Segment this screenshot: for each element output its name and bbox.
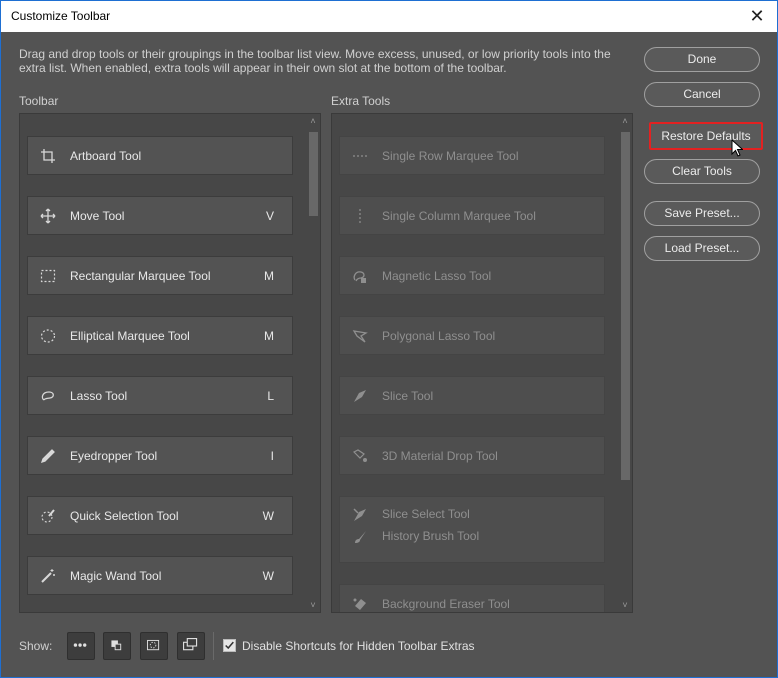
- screen-mode-icon: [183, 638, 198, 651]
- instructions-text: Drag and drop tools or their groupings i…: [19, 47, 611, 75]
- background-eraser-icon: [353, 598, 366, 610]
- scroll-up-icon[interactable]: ˄: [306, 116, 320, 126]
- slice-icon: [354, 390, 366, 402]
- tool-label: Quick Selection Tool: [70, 509, 179, 523]
- color-swatch-icon: [111, 640, 122, 651]
- scroll-thumb[interactable]: [309, 132, 318, 216]
- single-column-icon: [359, 209, 361, 223]
- magic-wand-icon: [41, 569, 55, 583]
- eyedropper-icon: [40, 449, 55, 464]
- disable-shortcuts-label[interactable]: Disable Shortcuts for Hidden Toolbar Ext…: [242, 639, 475, 653]
- toolbar-heading: Toolbar: [19, 94, 59, 108]
- checkmark-icon: [225, 641, 234, 650]
- tool-label: Move Tool: [70, 209, 125, 223]
- tool-label: Slice Tool: [382, 389, 434, 403]
- tool-shortcut: L: [267, 389, 274, 403]
- extra-item-3d-material-drop[interactable]: 3D Material Drop Tool: [339, 436, 605, 475]
- tool-shortcut: V: [265, 209, 274, 223]
- tool-shortcut: I: [270, 449, 274, 463]
- quick-selection-icon: [41, 509, 55, 523]
- scroll-down-icon[interactable]: ˅: [306, 600, 320, 610]
- tool-item-lasso[interactable]: Lasso Tool L: [27, 376, 293, 415]
- close-icon[interactable]: ✕: [737, 1, 777, 32]
- tool-item-rectangular-marquee[interactable]: Rectangular Marquee Tool M: [27, 256, 293, 295]
- slice-select-icon: [353, 508, 366, 521]
- show-more-button[interactable]: [67, 632, 95, 660]
- ellipse-marquee-icon: [40, 329, 56, 343]
- extra-item-magnetic-lasso[interactable]: Magnetic Lasso Tool: [339, 256, 605, 295]
- polygonal-lasso-icon: [352, 330, 368, 343]
- load-preset-button[interactable]: Load Preset...: [644, 236, 760, 261]
- tool-label: Polygonal Lasso Tool: [382, 329, 496, 343]
- mouse-cursor-icon: [731, 139, 743, 157]
- tool-item-eyedropper[interactable]: Eyedropper Tool I: [27, 436, 293, 475]
- toolbar-scrollbar[interactable]: ˄ ˅: [306, 114, 320, 612]
- show-quick-mask-button[interactable]: [140, 632, 168, 660]
- extra-item-slice[interactable]: Slice Tool: [339, 376, 605, 415]
- extra-item-polygonal-lasso[interactable]: Polygonal Lasso Tool: [339, 316, 605, 355]
- lasso-icon: [41, 391, 54, 401]
- tool-label: Lasso Tool: [70, 389, 128, 403]
- material-drop-icon: [352, 449, 367, 462]
- extra-item-single-column[interactable]: Single Column Marquee Tool: [339, 196, 605, 235]
- tool-label: Background Eraser Tool: [382, 597, 510, 611]
- scroll-thumb[interactable]: [621, 132, 630, 480]
- show-colors-button[interactable]: [103, 632, 131, 660]
- title-bar: Customize Toolbar ✕: [1, 1, 777, 32]
- restore-defaults-button[interactable]: Restore Defaults: [649, 122, 763, 150]
- tool-label: Artboard Tool: [70, 149, 142, 163]
- tool-shortcut: W: [262, 569, 274, 583]
- magnetic-lasso-icon: [353, 271, 366, 283]
- extra-item-background-eraser[interactable]: Background Eraser Tool: [339, 584, 605, 612]
- cancel-button[interactable]: Cancel: [644, 82, 760, 107]
- clear-tools-button[interactable]: Clear Tools: [644, 159, 760, 184]
- scroll-up-icon[interactable]: ˄: [618, 116, 632, 126]
- artboard-icon: [41, 149, 55, 163]
- tool-label: Rectangular Marquee Tool: [70, 269, 211, 283]
- tool-label: Single Row Marquee Tool: [382, 149, 519, 163]
- extra-item-slice-select[interactable]: Slice Select Tool: [340, 497, 604, 525]
- scroll-down-icon[interactable]: ˅: [618, 600, 632, 610]
- tool-item-magic-wand[interactable]: Magic Wand Tool W: [27, 556, 293, 595]
- tool-shortcut: W: [262, 509, 274, 523]
- tool-shortcut: M: [264, 269, 274, 283]
- rect-marquee-icon: [40, 269, 56, 283]
- customize-toolbar-dialog: Customize Toolbar ✕ Drag and drop tools …: [0, 0, 778, 678]
- tool-item-artboard[interactable]: Artboard Tool: [27, 136, 293, 175]
- tool-item-elliptical-marquee[interactable]: Elliptical Marquee Tool M: [27, 316, 293, 355]
- extra-item-single-row[interactable]: Single Row Marquee Tool: [339, 136, 605, 175]
- extra-tools-scrollbar[interactable]: ˄ ˅: [618, 114, 632, 612]
- tool-label: Magic Wand Tool: [70, 569, 162, 583]
- tool-item-move[interactable]: Move Tool V: [27, 196, 293, 235]
- show-label: Show:: [19, 639, 53, 653]
- toolbar-list[interactable]: Artboard Tool Move Tool V Rectangular Ma…: [19, 113, 321, 613]
- show-screen-mode-button[interactable]: [177, 632, 205, 660]
- extra-tools-heading: Extra Tools: [331, 94, 391, 108]
- tool-label: Single Column Marquee Tool: [382, 209, 536, 223]
- extra-item-history-brush[interactable]: History Brush Tool: [340, 525, 604, 553]
- disable-shortcuts-checkbox[interactable]: [223, 639, 236, 652]
- single-row-icon: [353, 155, 367, 157]
- footer-divider: [213, 632, 214, 660]
- extra-group-slice-select[interactable]: Slice Select Tool History Brush Tool: [339, 496, 605, 563]
- save-preset-button[interactable]: Save Preset...: [644, 201, 760, 226]
- tool-label: Magnetic Lasso Tool: [382, 269, 492, 283]
- done-button[interactable]: Done: [644, 47, 760, 72]
- tool-label: History Brush Tool: [382, 529, 480, 543]
- history-brush-icon: [355, 531, 366, 543]
- window-title: Customize Toolbar: [11, 9, 111, 23]
- tool-label: Slice Select Tool: [382, 507, 470, 521]
- tool-label: Eyedropper Tool: [70, 449, 158, 463]
- tool-item-quick-selection[interactable]: Quick Selection Tool W: [27, 496, 293, 535]
- quick-mask-icon: [147, 639, 160, 651]
- extra-tools-list[interactable]: Single Row Marquee Tool Single Column Ma…: [331, 113, 633, 613]
- move-icon: [40, 208, 56, 224]
- tool-shortcut: M: [264, 329, 274, 343]
- ellipsis-icon: [73, 643, 87, 647]
- tool-label: Elliptical Marquee Tool: [70, 329, 190, 343]
- tool-label: 3D Material Drop Tool: [382, 449, 498, 463]
